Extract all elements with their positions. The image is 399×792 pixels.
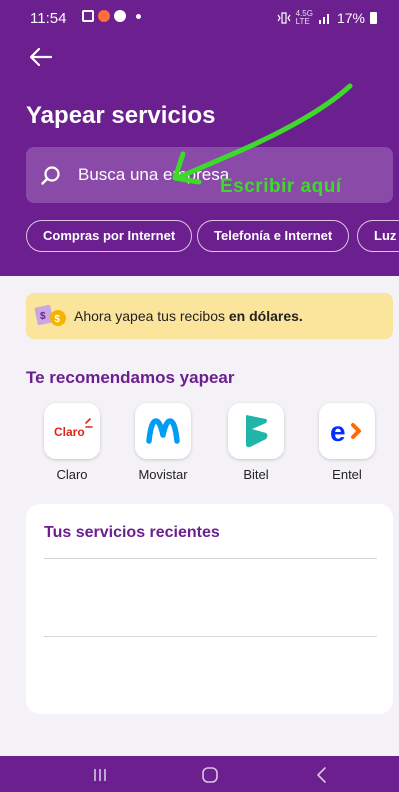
provider-claro[interactable]: Claro Claro <box>32 403 112 482</box>
bitel-logo-icon <box>228 403 284 459</box>
app-notification-icon <box>98 10 110 22</box>
vibrate-icon <box>277 12 291 24</box>
receipt-dollar-icon: $ $ <box>34 304 66 326</box>
page-title: Yapear servicios <box>26 102 216 129</box>
category-chips: Compras por Internet Telefonía e Interne… <box>26 220 399 252</box>
recent-services-title: Tus servicios recientes <box>44 524 220 541</box>
divider <box>44 558 377 559</box>
battery-icon <box>370 12 377 24</box>
svg-text:$: $ <box>40 311 46 322</box>
android-navigation-bar <box>0 756 399 792</box>
status-bar: 11:54 4.5G LTE 17% <box>0 0 399 34</box>
search-placeholder: Busca una empresa <box>78 165 230 184</box>
battery-percent: 17% <box>336 10 365 26</box>
svg-text:Claro: Claro <box>54 425 85 439</box>
chip-telefonia-e-internet[interactable]: Telefonía e Internet <box>197 220 350 252</box>
dollar-payments-banner[interactable]: $ $ Ahora yapea tus recibos en dólares. <box>26 293 393 339</box>
svg-text:$: $ <box>55 314 61 325</box>
divider <box>44 636 377 637</box>
provider-name: Bitel <box>243 467 269 482</box>
annotation-text: Escribir aquí <box>220 176 342 197</box>
gallery-notification-icon <box>82 10 94 22</box>
recent-apps-icon[interactable] <box>88 764 112 786</box>
provider-movistar[interactable]: Movistar <box>123 403 203 482</box>
status-notification-icons <box>82 10 141 22</box>
provider-name: Entel <box>332 467 362 482</box>
svg-text:e: e <box>330 416 346 447</box>
chip-compras-por-internet[interactable]: Compras por Internet <box>26 220 193 252</box>
recent-services-card: Tus servicios recientes <box>26 504 393 714</box>
back-icon[interactable] <box>310 764 334 786</box>
network-type: 4.5G LTE <box>295 9 313 26</box>
do-not-disturb-icon <box>114 10 126 22</box>
provider-name: Claro <box>56 467 88 482</box>
banner-text: Ahora yapea tus recibos en dólares. <box>74 308 303 324</box>
chip-luz[interactable]: Luz <box>357 220 399 252</box>
provider-entel[interactable]: e Entel <box>307 403 387 482</box>
status-time: 11:54 <box>30 10 67 27</box>
movistar-logo-icon <box>135 403 191 459</box>
status-right: 4.5G LTE 17% <box>277 10 377 26</box>
provider-name: Movistar <box>138 467 188 482</box>
signal-icon <box>318 14 329 24</box>
back-arrow-icon[interactable] <box>28 44 54 70</box>
home-icon[interactable] <box>198 764 222 786</box>
more-notifications-icon <box>136 13 141 19</box>
header: 11:54 4.5G LTE 17% Yapear servicios Busc… <box>0 0 399 276</box>
claro-logo-icon: Claro <box>44 403 100 459</box>
entel-logo-icon: e <box>319 403 375 459</box>
recommended-title: Te recomendamos yapear <box>26 368 235 387</box>
provider-bitel[interactable]: Bitel <box>216 403 296 482</box>
search-icon <box>41 166 60 185</box>
